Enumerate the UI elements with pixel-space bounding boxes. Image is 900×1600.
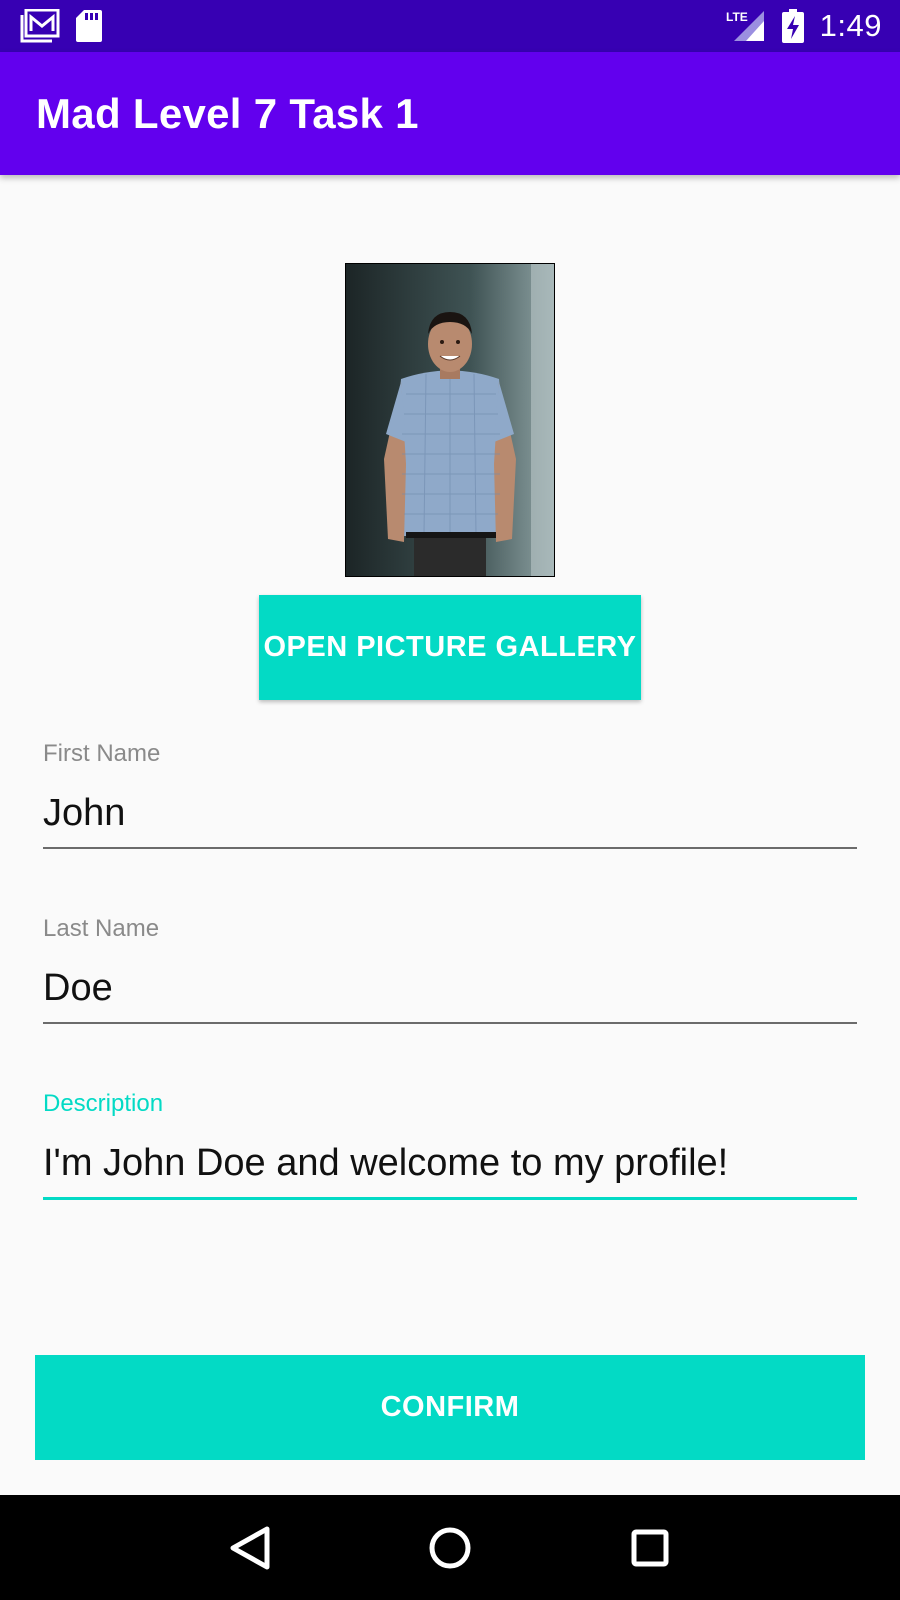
status-right-icons: LTE 1:49 bbox=[726, 8, 882, 44]
open-gallery-button[interactable]: OPEN PICTURE GALLERY bbox=[259, 595, 641, 700]
battery-charging-icon bbox=[781, 9, 804, 43]
description-field: Description bbox=[43, 1090, 857, 1200]
description-input[interactable] bbox=[43, 1142, 857, 1200]
description-label: Description bbox=[43, 1090, 164, 1117]
sd-card-icon bbox=[76, 10, 102, 42]
home-icon[interactable] bbox=[420, 1518, 480, 1578]
status-time: 1:49 bbox=[819, 8, 882, 43]
lte-signal-icon: LTE bbox=[726, 9, 766, 43]
status-left-icons bbox=[20, 9, 102, 43]
last-name-label: Last Name bbox=[43, 915, 160, 942]
gallery-notification-icon bbox=[20, 9, 60, 43]
confirm-button[interactable]: CONFIRM bbox=[35, 1355, 865, 1460]
profile-photo bbox=[345, 263, 555, 577]
system-nav-bar bbox=[0, 1495, 900, 1600]
last-name-input[interactable] bbox=[43, 967, 857, 1024]
network-type-label: LTE bbox=[726, 10, 748, 24]
first-name-field: First Name bbox=[43, 740, 857, 849]
first-name-input[interactable] bbox=[43, 792, 857, 849]
profile-form: OPEN PICTURE GALLERY First Name Last Nam… bbox=[0, 175, 900, 1495]
last-name-field: Last Name bbox=[43, 915, 857, 1024]
recents-icon[interactable] bbox=[620, 1518, 680, 1578]
first-name-label: First Name bbox=[43, 740, 161, 767]
app-bar: Mad Level 7 Task 1 bbox=[0, 52, 900, 175]
status-bar: LTE 1:49 bbox=[0, 0, 900, 52]
back-icon[interactable] bbox=[220, 1518, 280, 1578]
app-title: Mad Level 7 Task 1 bbox=[36, 89, 419, 137]
